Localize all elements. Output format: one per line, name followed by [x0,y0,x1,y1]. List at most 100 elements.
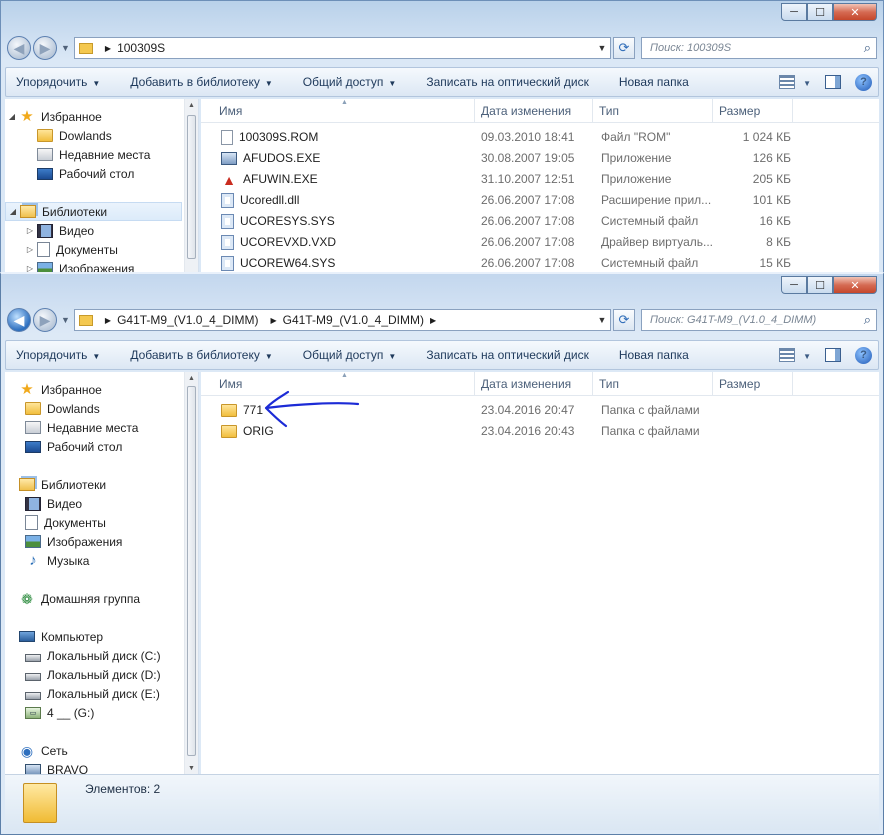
nav-item[interactable]: Dowlands [5,399,182,418]
file-row[interactable]: AFUDOS.EXE 30.08.2007 19:05 Приложение 126 … [201,148,879,169]
toolbar-right: ▼? [765,346,872,364]
file-name: Ucoredll.dll [240,193,300,207]
nav-item-label: Музыка [47,553,90,568]
toolbar-button-label: Общий доступ [302,75,384,89]
forward-button[interactable]: ▶ [33,36,57,60]
nav-item[interactable]: Dowlands [5,126,182,145]
nav-item[interactable]: Локальный диск (D:) [5,665,182,684]
nav-item[interactable]: ▭ 4 __ (G:) [5,703,182,722]
recent-pages-dropdown-icon[interactable]: ▼ [61,43,70,53]
file-row[interactable]: Ucoredll.dll 26.06.2007 17:08 Расширение п… [201,190,879,211]
refresh-button[interactable]: ⟳ [613,309,635,331]
address-bar[interactable]: ▶ 100309S ▼ [73,37,611,59]
nav-item[interactable]: ▷ Документы [5,240,182,259]
file-size: 15 КБ [759,256,791,270]
column-type[interactable]: Тип [593,99,713,123]
toolbar-button[interactable]: Общий доступ ▼ [303,348,397,362]
search-input[interactable]: Поиск: G41T-M9_(V1.0_4_DIMM) ⌕ [641,309,877,331]
nav-item[interactable]: ◉ Сеть [5,741,182,760]
computer-icon [19,631,35,642]
forward-button[interactable]: ▶ [33,308,57,332]
recent-pages-dropdown-icon[interactable]: ▼ [61,315,70,325]
nav-item[interactable]: Локальный диск (E:) [5,684,182,703]
help-button[interactable]: ? [855,346,872,364]
toolbar-button[interactable]: Записать на оптический диск [426,75,589,89]
address-dropdown-icon[interactable]: ▼ [594,315,610,325]
nav-item[interactable]: Рабочий стол [5,437,182,456]
file-row[interactable]: ▲ AFUWIN.EXE 31.10.2007 12:51 Приложение 205… [201,169,879,190]
column-type[interactable]: Тип [593,372,713,396]
close-button[interactable]: ✕ [833,276,877,294]
nav-item-label: Локальный диск (E:) [47,686,160,701]
toolbar-button[interactable]: Добавить в библиотеку ▼ [130,348,272,362]
dropdown-arrow-icon: ▼ [803,78,811,88]
maximize-button[interactable]: ☐ [807,276,833,294]
desktop-icon [37,167,53,180]
nav-item[interactable]: Библиотеки [5,475,182,494]
breadcrumb[interactable]: ▶ G41T-M9_(V1.0_4_DIMM) ▶ [264,313,442,327]
refresh-button[interactable]: ⟳ [613,37,635,59]
nav-scrollbar[interactable]: ▲ ▼ [184,372,198,776]
change-view-button[interactable]: ▼ [779,348,811,363]
expand-closed-icon[interactable]: ▷ [25,245,35,254]
maximize-button[interactable]: ☐ [807,3,833,21]
address-dropdown-icon[interactable]: ▼ [594,43,610,53]
toolbar-button[interactable]: Упорядочить ▼ [16,348,100,362]
breadcrumb[interactable]: ▶ G41T-M9_(V1.0_4_DIMM) [99,313,259,327]
toolbar-button[interactable]: Упорядочить ▼ [16,75,100,89]
nav-item[interactable]: ★ Избранное [5,380,182,399]
network-icon: ◉ [20,742,34,759]
toolbar-button[interactable]: Общий доступ ▼ [303,75,397,89]
nav-item[interactable]: Компьютер [5,627,182,646]
nav-item[interactable]: ♪ Музыка [5,551,182,570]
preview-pane-button[interactable] [825,75,841,90]
expand-open-icon[interactable]: ◢ [8,207,18,216]
back-button[interactable]: ◀ [7,308,31,332]
preview-pane-button[interactable] [825,348,841,363]
help-button[interactable]: ? [855,73,872,91]
breadcrumb[interactable]: ▶ 100309S [99,41,165,55]
folder-icon [221,425,237,438]
nav-item[interactable]: Рабочий стол [5,164,182,183]
column-name[interactable]: Имя [213,99,475,123]
folder-icon [221,404,237,417]
nav-item[interactable]: Документы [5,513,182,532]
file-row[interactable]: 100309S.ROM 09.03.2010 18:41 Файл "ROM" 1 0… [201,127,879,148]
file-row[interactable]: UCOREW64.SYS 26.06.2007 17:08 Системный фа… [201,253,879,273]
nav-item[interactable]: Недавние места [5,145,182,164]
nav-item[interactable]: Видео [5,494,182,513]
nav-item[interactable]: ▷ Видео [5,221,182,240]
nav-item[interactable]: Недавние места [5,418,182,437]
nav-item[interactable]: ◢ ★ Избранное [5,107,182,126]
toolbar-button[interactable]: Новая папка [619,75,689,89]
file-name-cell: UCORESYS.SYS [221,211,471,232]
address-bar[interactable]: ▶ G41T-M9_(V1.0_4_DIMM) ▶ G41T-M9_(V1.0_4_… [73,309,611,331]
scroll-up-icon[interactable]: ▲ [185,372,198,386]
file-row[interactable]: UCORESYS.SYS 26.06.2007 17:08 Системный фа… [201,211,879,232]
nav-item[interactable]: Локальный диск (C:) [5,646,182,665]
back-button[interactable]: ◀ [7,36,31,60]
column-date[interactable]: Дата изменения [475,372,593,396]
expand-open-icon[interactable]: ◢ [7,112,17,121]
expand-closed-icon[interactable]: ▷ [25,226,35,235]
scroll-thumb[interactable] [187,386,196,756]
nav-item[interactable]: Изображения [5,532,182,551]
breadcrumb-label: G41T-M9_(V1.0_4_DIMM) [282,313,425,327]
minimize-button[interactable]: ─ [781,276,807,294]
toolbar-button[interactable]: Добавить в библиотеку ▼ [130,75,272,89]
toolbar-button[interactable]: Записать на оптический диск [426,348,589,362]
column-size[interactable]: Размер [713,99,793,123]
nav-item[interactable]: ◢ Библиотеки [5,202,182,221]
close-button[interactable]: ✕ [833,3,877,21]
change-view-button[interactable]: ▼ [779,75,811,90]
nav-item[interactable]: ❁ Домашняя группа [5,589,182,608]
minimize-button[interactable]: ─ [781,3,807,21]
column-date[interactable]: Дата изменения [475,99,593,123]
nav-scrollbar[interactable]: ▲ [184,99,198,273]
file-row[interactable]: UCOREVXD.VXD 26.06.2007 17:08 Драйвер вирт… [201,232,879,253]
column-size[interactable]: Размер [713,372,793,396]
scroll-thumb[interactable] [187,115,196,259]
toolbar-button[interactable]: Новая папка [619,348,689,362]
search-input[interactable]: Поиск: 100309S ⌕ [641,37,877,59]
exe-file-icon [221,152,237,165]
